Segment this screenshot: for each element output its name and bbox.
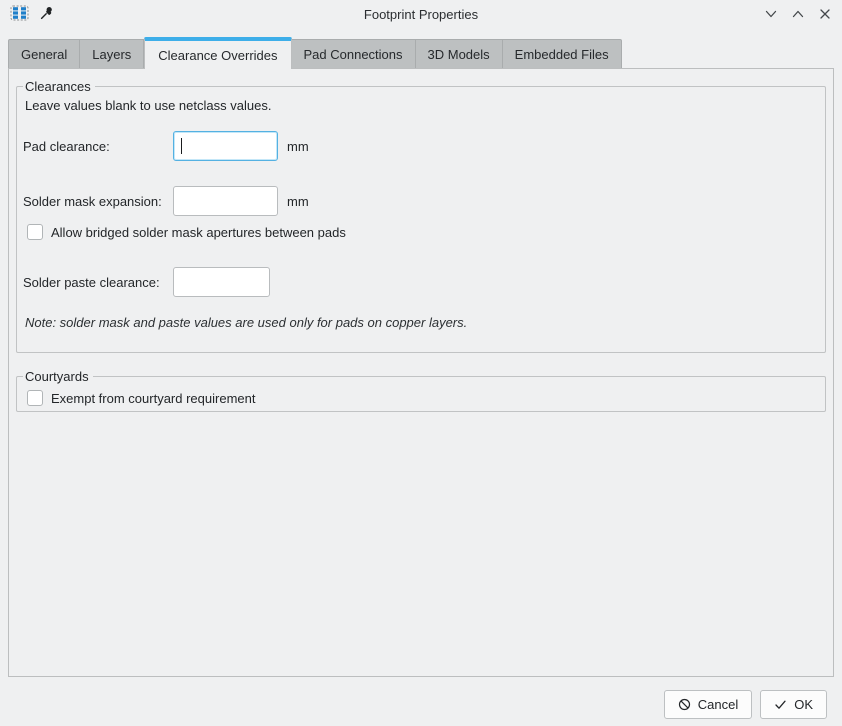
courtyards-group-title: Courtyards: [23, 369, 93, 384]
pad-clearance-label: Pad clearance:: [23, 139, 173, 154]
pad-clearance-input-wrap: [173, 131, 278, 161]
courtyards-group: Courtyards Exempt from courtyard require…: [16, 369, 826, 412]
bridged-mask-checkbox[interactable]: [27, 224, 43, 240]
ok-button-label: OK: [794, 697, 813, 712]
tab-layers[interactable]: Layers: [80, 39, 144, 68]
footprint-properties-dialog: Footprint Properties General Layers Clea…: [0, 0, 842, 726]
solder-mask-row: Solder mask expansion: mm: [23, 186, 817, 216]
solder-mask-unit: mm: [287, 194, 309, 209]
solder-mask-label: Solder mask expansion:: [23, 194, 173, 209]
titlebar-icons: [10, 5, 54, 24]
solder-paste-input[interactable]: [173, 267, 270, 297]
window-controls: [764, 7, 832, 21]
text-caret: [181, 138, 182, 154]
pad-clearance-row: Pad clearance: mm: [23, 131, 817, 161]
pad-clearance-unit: mm: [287, 139, 309, 154]
tab-pad-connections[interactable]: Pad Connections: [292, 39, 416, 68]
footprint-icon: [10, 5, 29, 24]
close-icon[interactable]: [818, 7, 832, 21]
exempt-courtyard-checkbox[interactable]: [27, 390, 43, 406]
titlebar: Footprint Properties: [0, 0, 842, 28]
solder-paste-label: Solder paste clearance:: [23, 275, 173, 290]
solder-mask-input-wrap: [173, 186, 278, 216]
clearance-overrides-panel: Clearances Leave values blank to use net…: [8, 68, 834, 677]
tab-embedded-files[interactable]: Embedded Files: [503, 39, 622, 68]
exempt-courtyard-checkbox-label: Exempt from courtyard requirement: [51, 391, 255, 406]
clearances-group: Clearances Leave values blank to use net…: [16, 79, 826, 353]
copper-layers-note: Note: solder mask and paste values are u…: [25, 315, 817, 330]
ok-button[interactable]: OK: [760, 690, 827, 719]
tab-general[interactable]: General: [8, 39, 80, 68]
window-title: Footprint Properties: [0, 7, 842, 22]
solder-paste-row: Solder paste clearance:: [23, 267, 817, 297]
pin-icon[interactable]: [40, 6, 54, 23]
clearances-group-title: Clearances: [23, 79, 95, 94]
dialog-footer: Cancel OK: [0, 677, 842, 726]
bridged-mask-checkbox-row[interactable]: Allow bridged solder mask apertures betw…: [27, 224, 817, 240]
solder-paste-input-wrap: [173, 267, 270, 297]
solder-mask-input[interactable]: [173, 186, 278, 216]
check-icon: [774, 698, 787, 711]
cancel-button[interactable]: Cancel: [664, 690, 752, 719]
maximize-button[interactable]: [791, 7, 805, 21]
tab-3d-models[interactable]: 3D Models: [416, 39, 503, 68]
netclass-hint: Leave values blank to use netclass value…: [25, 98, 817, 113]
minimize-button[interactable]: [764, 7, 778, 21]
no-entry-icon: [678, 698, 691, 711]
exempt-courtyard-checkbox-row[interactable]: Exempt from courtyard requirement: [27, 390, 817, 406]
cancel-button-label: Cancel: [698, 697, 738, 712]
bridged-mask-checkbox-label: Allow bridged solder mask apertures betw…: [51, 225, 346, 240]
tab-bar: General Layers Clearance Overrides Pad C…: [0, 28, 842, 68]
pad-clearance-input[interactable]: [173, 131, 278, 161]
tab-clearance-overrides[interactable]: Clearance Overrides: [144, 37, 291, 69]
